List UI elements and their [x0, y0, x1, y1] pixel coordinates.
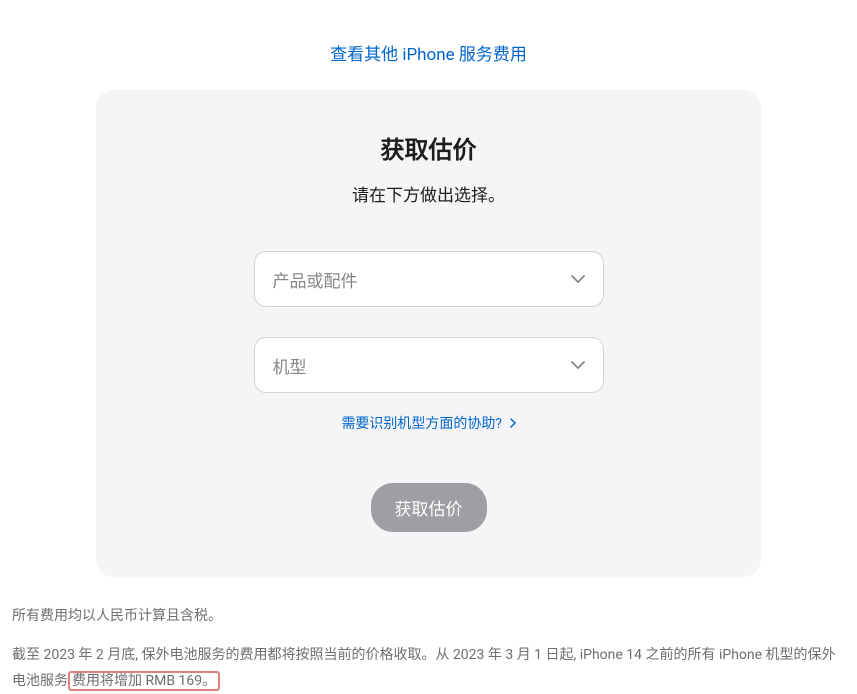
card-title: 获取估价: [146, 130, 711, 165]
chevron-down-icon: [571, 361, 585, 369]
product-select-wrapper: 产品或配件: [254, 251, 604, 307]
product-select-placeholder: 产品或配件: [273, 267, 358, 292]
help-identify-link[interactable]: 需要识别机型方面的协助?: [341, 416, 515, 432]
model-select-placeholder: 机型: [273, 353, 307, 378]
price-increase-highlight: 费用将增加 RMB 169。: [68, 671, 220, 691]
page-container: 查看其他 iPhone 服务费用 获取估价 请在下方做出选择。 产品或配件 机型: [0, 0, 857, 694]
get-estimate-button[interactable]: 获取估价: [371, 483, 487, 532]
chevron-right-icon: [510, 416, 516, 432]
footer-disclaimer-2: 截至 2023 年 2 月底, 保外电池服务的费用都将按照当前的价格收取。从 2…: [12, 643, 845, 693]
footer-container: 所有费用均以人民币计算且含税。 截至 2023 年 2 月底, 保外电池服务的费…: [10, 605, 847, 694]
model-select-wrapper: 机型: [254, 337, 604, 393]
help-link-text: 需要识别机型方面的协助?: [341, 416, 502, 432]
help-link-container: 需要识别机型方面的协助?: [146, 413, 711, 433]
footer-disclaimer-1: 所有费用均以人民币计算且含税。: [12, 605, 845, 627]
other-services-link[interactable]: 查看其他 iPhone 服务费用: [330, 45, 527, 65]
chevron-down-icon: [571, 275, 585, 283]
product-select[interactable]: 产品或配件: [254, 251, 604, 307]
card-subtitle: 请在下方做出选择。: [146, 181, 711, 206]
top-link-container: 查看其他 iPhone 服务费用: [10, 0, 847, 90]
estimate-card: 获取估价 请在下方做出选择。 产品或配件 机型 需要识别机型方面的协助?: [96, 90, 761, 577]
model-select[interactable]: 机型: [254, 337, 604, 393]
